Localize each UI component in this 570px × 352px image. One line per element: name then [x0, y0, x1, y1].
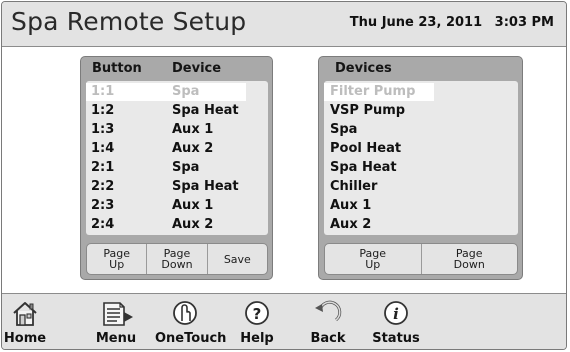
devices-page-up-button[interactable]: Page Up — [325, 244, 422, 274]
nav-onetouch-label: OneTouch — [155, 331, 227, 346]
device-cell: Aux 2 — [172, 141, 214, 156]
device-list-item[interactable]: Aux 2 — [324, 216, 518, 234]
device-cell: Aux 2 — [172, 217, 214, 232]
home-icon — [13, 302, 37, 326]
date-text: Thu June 23, 2011 — [349, 15, 483, 30]
device-list-item[interactable]: Aux 1 — [324, 197, 518, 215]
devices-list[interactable]: Filter Pump VSP Pump Spa Pool Heat Spa H… — [324, 81, 518, 235]
page-up-button[interactable]: Page Up — [87, 244, 148, 274]
button-panel-controls: Page Up Page Down Save — [86, 243, 268, 275]
button-cell: 1:3 — [91, 122, 115, 137]
button-cell: 1:2 — [91, 103, 115, 118]
button-device-row[interactable]: 1:4 Aux 2 — [86, 140, 268, 158]
button-column-header: Button — [92, 61, 142, 76]
nav-back-button[interactable]: Back — [298, 298, 358, 349]
device-name: Filter Pump — [330, 84, 416, 99]
button-cell: 2:3 — [91, 198, 115, 213]
device-list-item[interactable]: Spa — [324, 121, 518, 139]
device-list-item[interactable]: Filter Pump — [324, 83, 518, 101]
device-name: Aux 2 — [330, 217, 372, 232]
nav-onetouch-button[interactable]: OneTouch — [155, 298, 227, 349]
device-name: Spa Heat — [330, 160, 397, 175]
save-label: Save — [223, 252, 251, 266]
button-cell: 1:4 — [91, 141, 115, 156]
nav-menu-label: Menu — [95, 331, 137, 346]
device-list-item[interactable]: VSP Pump — [324, 102, 518, 120]
devices-header: Devices — [335, 61, 392, 76]
status-icon: i — [384, 301, 408, 325]
devices-panel: Devices Filter Pump VSP Pump Spa Pool He… — [318, 56, 523, 280]
page-up-label-line2: Up — [109, 258, 125, 271]
device-cell: Aux 1 — [172, 122, 214, 137]
nav-status-button[interactable]: i Status — [366, 298, 426, 349]
button-device-row[interactable]: 1:3 Aux 1 — [86, 121, 268, 139]
page-down-button[interactable]: Page Down — [147, 244, 208, 274]
time-text: 3:03 PM — [494, 15, 554, 30]
button-device-row[interactable]: 2:2 Spa Heat — [86, 178, 268, 196]
device-name: Chiller — [330, 179, 378, 194]
datetime-display: Thu June 23, 2011 3:03 PM — [350, 15, 554, 30]
device-cell: Spa Heat — [172, 103, 239, 118]
button-device-row[interactable]: 2:3 Aux 1 — [86, 197, 268, 215]
help-icon: ? — [245, 301, 269, 325]
button-cell: 2:2 — [91, 179, 115, 194]
button-device-row[interactable]: 1:1 Spa — [86, 83, 268, 101]
page-title: Spa Remote Setup — [11, 7, 247, 36]
devices-page-down-button[interactable]: Page Down — [422, 244, 518, 274]
onetouch-icon — [173, 301, 197, 325]
page-up-label-line2: Up — [365, 258, 381, 271]
nav-help-button[interactable]: ? Help — [227, 298, 287, 349]
header-bar: Spa Remote Setup Thu June 23, 2011 3:03 … — [2, 2, 566, 47]
nav-status-label: Status — [372, 331, 420, 346]
device-cell: Spa — [172, 84, 200, 99]
menu-icon — [103, 302, 133, 326]
back-icon — [315, 300, 342, 322]
button-device-row[interactable]: 2:1 Spa — [86, 159, 268, 177]
button-cell: 2:1 — [91, 160, 115, 175]
device-cell: Aux 1 — [172, 198, 214, 213]
app-window: Spa Remote Setup Thu June 23, 2011 3:03 … — [1, 1, 567, 350]
device-list-item[interactable]: Spa Heat — [324, 159, 518, 177]
page-down-label-line2: Down — [161, 258, 193, 271]
device-column-header: Device — [172, 61, 222, 76]
device-name: Spa — [330, 122, 358, 137]
button-device-panel: Button Device 1:1 Spa 1:2 Spa Heat 1:3 A… — [80, 56, 273, 280]
device-list-item[interactable]: Chiller — [324, 178, 518, 196]
svg-text:?: ? — [253, 305, 262, 323]
button-cell: 2:4 — [91, 217, 115, 232]
button-cell: 1:1 — [91, 84, 115, 99]
nav-bar: Home Menu OneTouch ? Help Back i Status — [2, 293, 566, 349]
button-device-row[interactable]: 1:2 Spa Heat — [86, 102, 268, 120]
button-device-list[interactable]: 1:1 Spa 1:2 Spa Heat 1:3 Aux 1 1:4 Aux 2… — [86, 81, 268, 235]
nav-menu-button[interactable]: Menu — [86, 298, 146, 349]
nav-home-label: Home — [3, 331, 47, 346]
page-down-label-line2: Down — [453, 258, 485, 271]
device-name: VSP Pump — [330, 103, 406, 118]
device-cell: Spa — [172, 160, 200, 175]
nav-help-label: Help — [240, 331, 274, 346]
button-device-row[interactable]: 2:4 Aux 2 — [86, 216, 268, 234]
device-name: Aux 1 — [330, 198, 372, 213]
device-cell: Spa Heat — [172, 179, 239, 194]
device-name: Pool Heat — [330, 141, 402, 156]
svg-text:i: i — [393, 305, 399, 323]
nav-back-label: Back — [310, 331, 346, 346]
devices-panel-controls: Page Up Page Down — [324, 243, 518, 275]
save-button[interactable]: Save — [208, 244, 267, 274]
device-list-item[interactable]: Pool Heat — [324, 140, 518, 158]
nav-home-button[interactable]: Home — [2, 298, 55, 349]
main-content: Button Device 1:1 Spa 1:2 Spa Heat 1:3 A… — [2, 47, 566, 293]
